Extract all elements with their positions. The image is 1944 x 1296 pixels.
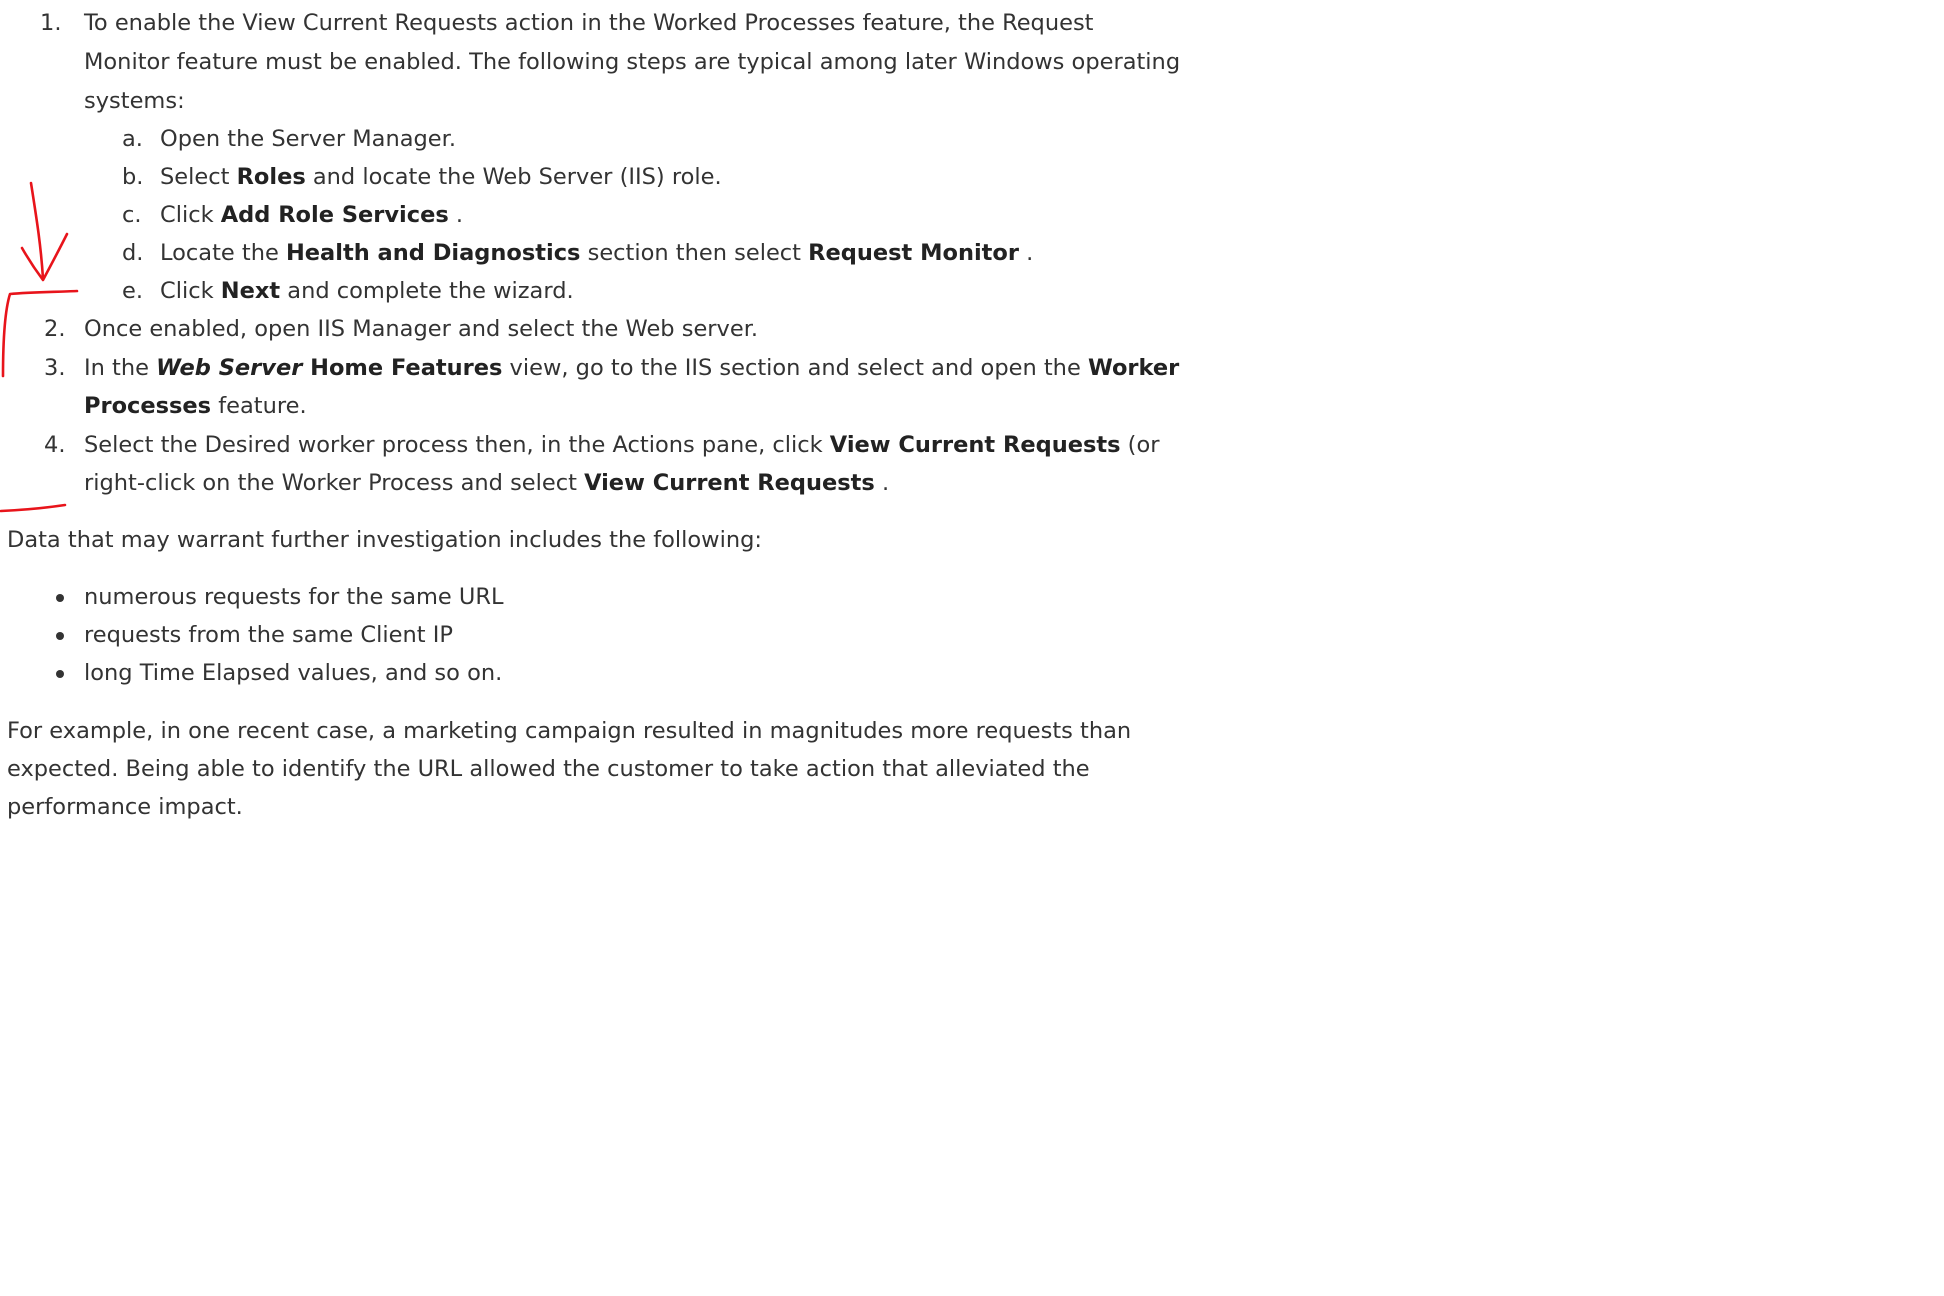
substep-marker: c.	[122, 202, 142, 228]
step-text: To enable the View Current Requests acti…	[84, 10, 1094, 36]
emphasis: Health and Diagnostics	[285, 240, 581, 266]
emphasis: Processes	[84, 393, 212, 419]
substep-marker: e.	[122, 278, 143, 304]
bullet-icon	[56, 632, 64, 640]
substep-text: Locate the Health and Diagnostics sectio…	[160, 240, 1034, 266]
substep-marker: a.	[122, 126, 143, 152]
list-item: numerous requests for the same URL	[84, 584, 504, 610]
step-marker: 3.	[44, 355, 66, 381]
emphasis: Home Features	[302, 355, 503, 381]
emphasis: View Current Requests	[829, 432, 1121, 458]
list-item: requests from the same Client IP	[84, 622, 453, 648]
arrow-head-icon	[20, 232, 69, 282]
emphasis: Web Server	[156, 355, 303, 381]
substep-marker: d.	[122, 240, 144, 266]
bullet-icon	[56, 594, 64, 602]
document: 1. To enable the View Current Requests a…	[0, 0, 1944, 1296]
step-marker: 4.	[44, 432, 66, 458]
substep-text: Open the Server Manager.	[160, 126, 456, 152]
step-text: right-click on the Worker Process and se…	[84, 470, 890, 496]
step-text: Select the Desired worker process then, …	[84, 432, 1160, 458]
substep-text: Click Add Role Services .	[160, 202, 464, 228]
paragraph: For example, in one recent case, a marke…	[7, 718, 1132, 744]
emphasis: Next	[220, 278, 281, 304]
step-text: systems:	[84, 88, 185, 114]
emphasis: Worker	[1087, 355, 1180, 381]
substep-marker: b.	[122, 164, 144, 190]
substep-text: Click Next and complete the wizard.	[160, 278, 574, 304]
step-marker: 1.	[40, 10, 62, 36]
list-item: long Time Elapsed values, and so on.	[84, 660, 503, 686]
emphasis: View Current Requests	[584, 470, 875, 496]
paragraph: expected. Being able to identify the URL…	[7, 756, 1090, 782]
bracket-icon	[1, 289, 79, 378]
underline-icon	[0, 503, 67, 513]
step-text: Processes feature.	[84, 393, 307, 419]
paragraph: performance impact.	[7, 794, 243, 820]
step-text: Once enabled, open IIS Manager and selec…	[84, 316, 759, 342]
paragraph: Data that may warrant further investigat…	[7, 527, 762, 553]
bullet-icon	[56, 670, 64, 678]
emphasis: Add Role Services	[220, 202, 449, 228]
step-text: Monitor feature must be enabled. The fol…	[84, 49, 1181, 75]
arrow-down-icon	[29, 181, 45, 281]
step-text: In the Web Server Home Features view, go…	[84, 355, 1180, 381]
substep-text: Select Roles and locate the Web Server (…	[160, 164, 722, 190]
emphasis: Request Monitor	[808, 240, 1019, 266]
step-marker: 2.	[44, 316, 66, 342]
emphasis: Roles	[236, 164, 306, 190]
